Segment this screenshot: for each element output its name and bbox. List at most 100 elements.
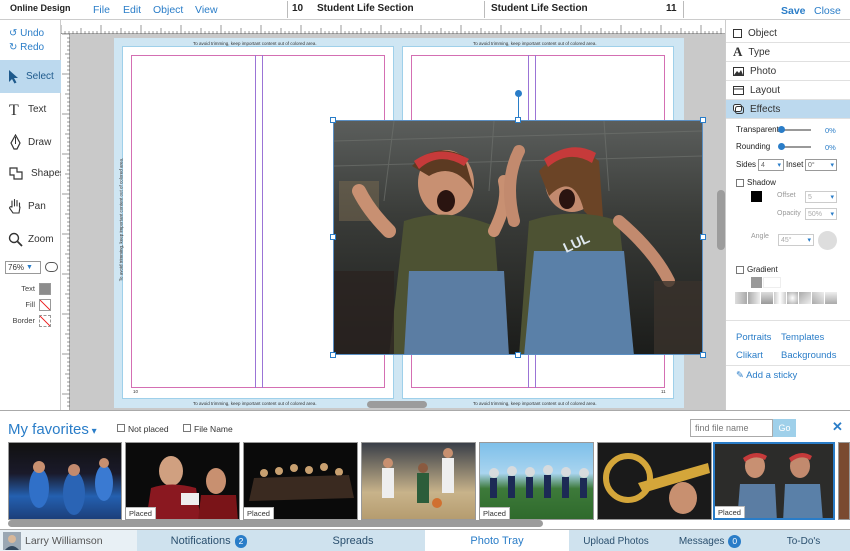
gradient-preset[interactable] [786,292,799,304]
photo-thumbnail[interactable] [8,442,122,520]
tab-photo-tray[interactable]: Photo Tray [425,530,569,551]
opacity-select[interactable]: 50% ▾ [805,208,837,220]
angle-dial[interactable] [818,231,837,250]
panel-tab-label: Effects [750,103,781,115]
undo-button[interactable]: ↺ Undo [9,28,44,39]
inset-value: 0° [808,161,815,169]
canvas-horizontal-scrollbar[interactable] [367,401,427,408]
menu-view[interactable]: View [195,4,218,16]
gradient-checkbox[interactable] [736,266,744,274]
safety-note-bottom: To avoid trimming, keep important conten… [473,401,597,406]
photo-thumbnail[interactable]: Placed [243,442,358,520]
photo-thumbnail[interactable]: Placed [125,442,240,520]
text-color-swatch[interactable] [39,283,51,295]
panel-tab-type[interactable]: A Type [726,43,850,62]
thumbnail-scrollbar[interactable] [8,520,543,527]
transparent-slider-knob[interactable] [778,126,785,133]
tab-spreads[interactable]: Spreads [281,530,425,551]
save-button[interactable]: Save [781,5,806,17]
placed-tag: Placed [126,507,156,519]
redo-button[interactable]: ↻ Redo [9,42,44,53]
design-canvas[interactable]: To avoid trimming, keep important conten… [70,34,725,410]
gradient-preset[interactable] [799,292,812,304]
zoom-select[interactable]: 76% ▼ [5,261,41,274]
tab-todos[interactable]: To-Do's [757,530,850,551]
gradient-preset[interactable] [825,292,837,304]
tool-text[interactable]: T Text [0,93,61,126]
photo-image: LUL [334,121,702,354]
resize-handle[interactable] [700,117,706,123]
favorites-dropdown[interactable]: My favorites ▾ [8,421,97,438]
tool-label: Text [28,104,47,115]
not-placed-checkbox[interactable] [117,424,125,432]
templates-link[interactable]: Templates [781,332,824,343]
tool-shapes[interactable]: Shapes [0,157,65,190]
resize-handle[interactable] [515,352,521,358]
user-profile[interactable]: Larry Williamson [0,530,137,551]
portraits-link[interactable]: Portraits [736,332,771,343]
close-button[interactable]: Close [814,5,841,17]
resize-handle[interactable] [700,352,706,358]
tool-select[interactable]: Select [0,60,61,93]
photo-thumbnail[interactable] [597,442,712,520]
backgrounds-link[interactable]: Backgrounds [781,350,836,361]
selected-photo[interactable]: LUL [333,120,703,355]
photo-thumbnail-selected[interactable]: Placed [713,442,835,520]
tool-pan[interactable]: Pan [0,190,61,223]
tab-messages[interactable]: Messages 0 [663,530,757,551]
resize-handle[interactable] [330,117,336,123]
gradient-preset[interactable] [747,292,760,304]
gradient-preset[interactable] [760,292,773,304]
sides-select[interactable]: 4 ▾ [758,159,784,171]
gradient-preset[interactable] [773,292,786,304]
tool-zoom[interactable]: Zoom [0,223,61,256]
type-a-icon: A [733,44,743,59]
gradient-preset[interactable] [812,292,825,304]
resize-handle[interactable] [330,352,336,358]
photo-thumbnail[interactable] [361,442,476,520]
panel-tab-effects[interactable]: Effects [726,100,850,119]
rounding-slider-knob[interactable] [778,143,785,150]
resize-handle[interactable] [330,234,336,240]
close-icon[interactable]: ✕ [832,419,843,435]
rotate-handle[interactable] [515,90,522,97]
angle-select[interactable]: 45° ▾ [778,234,814,246]
menu-file[interactable]: File [93,4,110,16]
zoom-fit-icon[interactable] [45,262,58,272]
panel-tab-object[interactable]: Object [726,24,850,43]
gradient-color-swatch[interactable] [763,277,781,288]
file-name-label: File Name [194,424,233,434]
tab-notifications[interactable]: Notifications 2 [137,530,281,551]
file-name-checkbox[interactable] [183,424,191,432]
border-none-swatch[interactable] [39,315,51,327]
ruler-ticks [62,33,70,407]
arrow-cursor-icon [9,70,18,84]
panel-tab-layout[interactable]: Layout [726,81,850,100]
photo-thumbnail[interactable] [838,442,850,520]
find-file-input[interactable]: find file name [690,419,773,437]
tab-upload-photos[interactable]: Upload Photos [569,530,663,551]
redo-icon: ↻ [9,42,18,53]
gradient-preset[interactable] [735,292,747,304]
shadow-checkbox[interactable] [736,179,744,187]
tool-draw[interactable]: Draw [0,126,61,159]
menu-object[interactable]: Object [153,4,183,16]
tab-label: To-Do's [786,535,821,547]
gradient-color-swatch[interactable] [751,277,762,288]
fill-none-swatch[interactable] [39,299,51,311]
go-button[interactable]: Go [773,419,796,437]
add-sticky-button[interactable]: ✎ Add a sticky [736,370,797,381]
svg-text:T: T [9,102,19,117]
inset-select[interactable]: 0° ▾ [805,159,837,171]
menu-edit[interactable]: Edit [123,4,141,16]
clikart-link[interactable]: Clikart [736,350,763,361]
shadow-color-swatch[interactable] [751,191,762,202]
resize-handle[interactable] [700,234,706,240]
tool-label: Draw [28,137,52,148]
offset-select[interactable]: 5 ▾ [805,191,837,203]
canvas-vertical-scrollbar[interactable] [717,190,725,250]
photo-thumbnail[interactable]: Placed [479,442,594,520]
gradient-presets[interactable] [735,292,837,304]
redo-label: Redo [20,42,45,53]
panel-tab-photo[interactable]: Photo [726,62,850,81]
